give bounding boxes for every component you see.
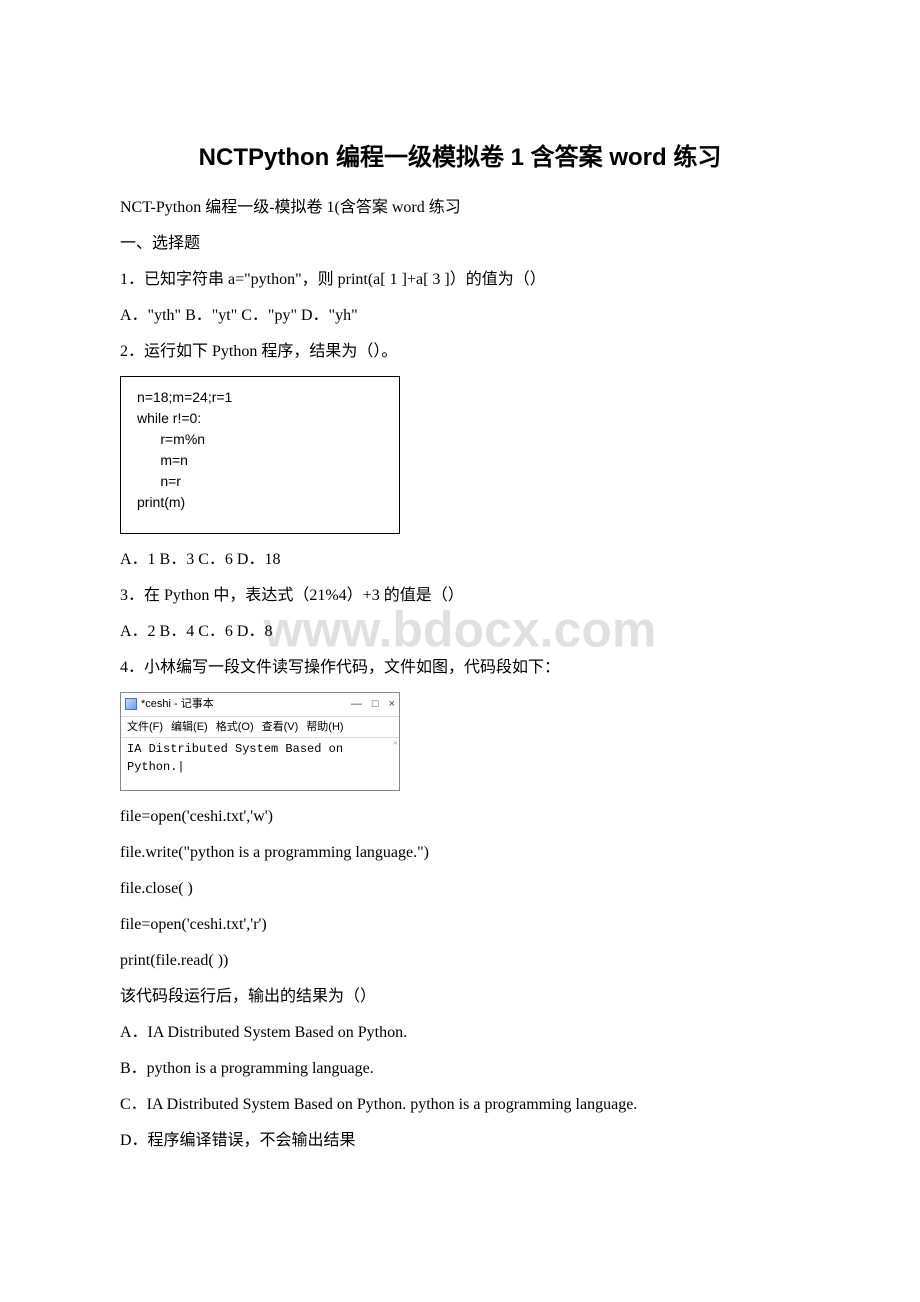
- notepad-title-text: *ceshi - 记事本: [141, 696, 351, 713]
- q4-option-a: A．IA Distributed System Based on Python.: [120, 1021, 800, 1045]
- notepad-window: *ceshi - 记事本 — □ × 文件(F) 编辑(E) 格式(O) 查看(…: [120, 692, 400, 791]
- q4-option-b: B．python is a programming language.: [120, 1057, 800, 1081]
- q4-code-line-2: file.write("python is a programming lang…: [120, 841, 800, 865]
- question-3: 3．在 Python 中，表达式（21%4）+3 的值是（）: [120, 584, 800, 608]
- question-2-code: n=18;m=24;r=1 while r!=0: r=m%n m=n n=r …: [120, 376, 400, 534]
- q4-option-c: C．IA Distributed System Based on Python.…: [120, 1093, 800, 1117]
- question-1-options: A．"yth" B．"yt" C．"py" D．"yh": [120, 304, 800, 328]
- notepad-icon: [125, 698, 137, 710]
- q4-code-line-3: file.close( ): [120, 877, 800, 901]
- menu-edit: 编辑(E): [171, 719, 208, 736]
- question-3-options: A．2 B．4 C．6 D．8: [120, 620, 800, 644]
- close-icon: ×: [389, 696, 395, 713]
- menu-file: 文件(F): [127, 719, 163, 736]
- question-4: 4．小林编写一段文件读写操作代码，文件如图，代码段如下：: [120, 656, 800, 680]
- menu-format: 格式(O): [216, 719, 254, 736]
- q4-code-line-4: file=open('ceshi.txt','r'): [120, 913, 800, 937]
- menu-help: 帮助(H): [306, 719, 343, 736]
- notepad-menu: 文件(F) 编辑(E) 格式(O) 查看(V) 帮助(H): [121, 717, 399, 739]
- question-2: 2．运行如下 Python 程序，结果为（）。: [120, 340, 800, 364]
- question-2-options: A．1 B．3 C．6 D．18: [120, 548, 800, 572]
- notepad-content: IA Distributed System Based on Python.| …: [121, 738, 399, 790]
- notepad-text: IA Distributed System Based on Python.|: [127, 742, 343, 774]
- q4-option-d: D．程序编译错误，不会输出结果: [120, 1129, 800, 1153]
- page-title: NCTPython 编程一级模拟卷 1 含答案 word 练习: [120, 140, 800, 176]
- question-1: 1．已知字符串 a="python"，则 print(a[ 1 ]+a[ 3 ]…: [120, 268, 800, 292]
- scroll-up-icon: ⌃: [393, 740, 398, 754]
- minimize-icon: —: [351, 696, 362, 713]
- maximize-icon: □: [372, 696, 379, 713]
- subtitle: NCT-Python 编程一级-模拟卷 1(含答案 word 练习: [120, 196, 800, 220]
- notepad-titlebar: *ceshi - 记事本 — □ ×: [121, 693, 399, 717]
- q4-code-line-5: print(file.read( )): [120, 949, 800, 973]
- document-content: NCTPython 编程一级模拟卷 1 含答案 word 练习 NCT-Pyth…: [120, 140, 800, 1153]
- q4-code-line-1: file=open('ceshi.txt','w'): [120, 805, 800, 829]
- section-heading: 一、选择题: [120, 232, 800, 256]
- q4-prompt: 该代码段运行后，输出的结果为（）: [120, 985, 800, 1009]
- menu-view: 查看(V): [262, 719, 299, 736]
